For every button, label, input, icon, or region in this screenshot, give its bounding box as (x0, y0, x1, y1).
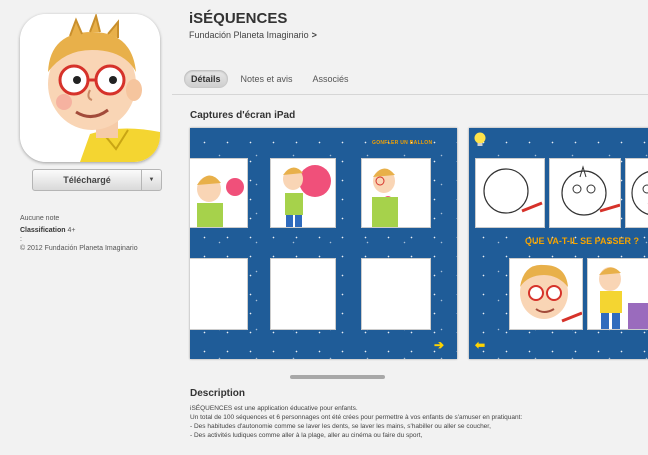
app-meta: Aucune note Classification 4+ : © 2012 F… (20, 213, 138, 255)
developer-name: Fundación Planeta Imaginario (189, 30, 309, 40)
drawing-circle-image (483, 168, 543, 214)
description-line: Un total de 100 séquences et 6 personnag… (190, 414, 523, 421)
screenshot-banner: GONFLER UN BALLON (372, 140, 433, 146)
app-title: iSÉQUENCES (189, 10, 288, 27)
tab-bar: Détails Notes et avis Associés (184, 70, 356, 88)
answer-card[interactable] (587, 258, 648, 330)
boy-balloon-image (283, 165, 331, 227)
description-heading: Description (190, 388, 246, 399)
app-icon[interactable] (20, 14, 160, 162)
tab-ratings-reviews[interactable]: Notes et avis (234, 70, 300, 88)
chevron-right-icon: > (311, 30, 317, 40)
screenshot-2[interactable]: QUE VA-T-IL SE PASSER ? ⬅ (469, 128, 648, 359)
developer-link[interactable]: Fundación Planeta Imaginario > (189, 30, 317, 40)
next-arrow-icon[interactable]: ➔ (434, 338, 444, 352)
sequence-card (475, 158, 545, 228)
empty-card-slot[interactable] (190, 258, 248, 330)
screenshot-1[interactable]: GONFLER UN BALLON ➔ (190, 128, 457, 359)
boy-balloon-image (197, 175, 244, 227)
sidebar: Téléchargé ▼ Aucune note Classification … (0, 0, 172, 455)
description-line: iSÉQUENCES est une application éducative… (190, 405, 358, 412)
sequence-card (549, 158, 621, 228)
boy-face-icon (20, 14, 160, 162)
empty-card-slot[interactable] (361, 258, 431, 330)
chevron-down-icon[interactable]: ▼ (141, 170, 161, 190)
empty-card-slot[interactable] (270, 258, 336, 330)
tab-details[interactable]: Détails (184, 70, 228, 88)
classification-value: 4+ (67, 227, 76, 234)
description-line: - Des habitudes d'autonomie comme se lav… (190, 423, 491, 430)
screenshots-scrollbar[interactable] (290, 375, 385, 379)
copyright-text: © 2012 Fundación Planeta Imaginario (20, 245, 138, 252)
download-button[interactable]: Téléchargé ▼ (32, 169, 162, 191)
divider (172, 94, 648, 95)
drawing-face-image (631, 171, 648, 215)
classification-row: Classification 4+ (20, 225, 138, 237)
rating-text: Aucune note (20, 215, 60, 222)
sequence-card (625, 158, 648, 228)
sequence-card (190, 158, 248, 228)
description-line: - Des activités ludiques comme aller à l… (190, 432, 423, 439)
drawing-face-image (561, 165, 620, 216)
sequence-card (361, 158, 431, 228)
description-text: iSÉQUENCES est une application éducative… (190, 404, 648, 440)
prev-arrow-icon[interactable]: ⬅ (475, 338, 485, 352)
boy-standing-image (599, 267, 648, 329)
download-button-label: Téléchargé (63, 175, 111, 185)
screenshots-heading: Captures d'écran iPad (190, 110, 296, 121)
sequence-card (270, 158, 336, 228)
tab-related[interactable]: Associés (306, 70, 356, 88)
classification-label: Classification (20, 227, 66, 234)
main-content: iSÉQUENCES Fundación Planeta Imaginario >… (172, 0, 648, 455)
boy-face-image (520, 264, 582, 323)
screenshot-banner: QUE VA-T-IL SE PASSER ? (525, 236, 640, 246)
answer-card[interactable] (509, 258, 583, 330)
lightbulb-icon (474, 132, 486, 146)
boy-balloon-image (372, 168, 398, 227)
